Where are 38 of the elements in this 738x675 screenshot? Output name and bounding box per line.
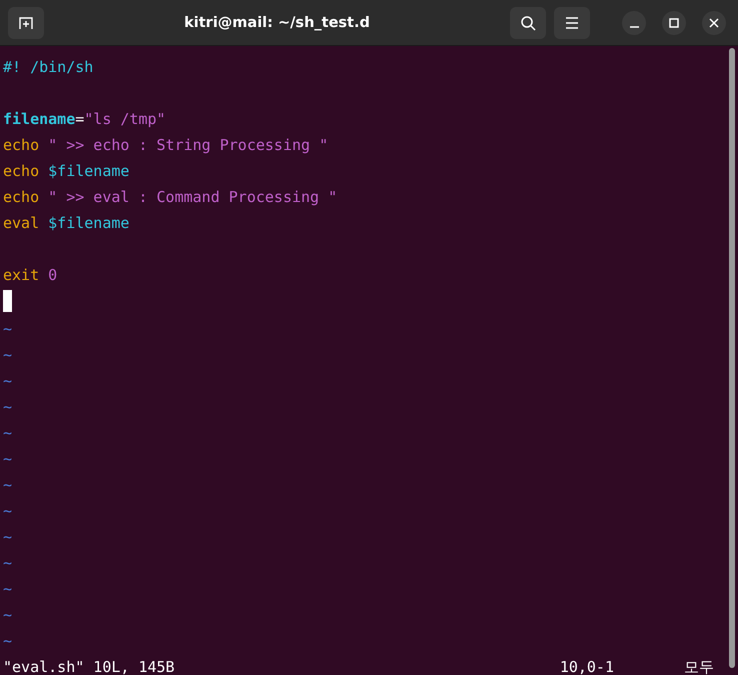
empty-line-marker: ~	[3, 320, 12, 338]
empty-line-marker: ~	[3, 502, 12, 520]
maximize-icon	[669, 18, 679, 28]
code-line: echo " >> echo : String Processing "	[3, 135, 328, 156]
minimize-icon	[630, 26, 638, 28]
empty-line-marker: ~	[3, 450, 12, 468]
empty-line-marker: ~	[3, 554, 12, 572]
empty-line-marker: ~	[3, 424, 12, 442]
maximize-button[interactable]	[662, 10, 686, 34]
scroll-indicator: 모두	[684, 657, 714, 675]
code-line: echo $filename	[3, 161, 130, 182]
empty-line-marker: ~	[3, 580, 12, 598]
close-button[interactable]	[702, 10, 726, 34]
code-line: filename="ls /tmp"	[3, 109, 166, 130]
new-tab-icon	[18, 14, 34, 30]
empty-line-marker: ~	[3, 606, 12, 624]
cursor-position: 10,0-1	[560, 657, 614, 675]
text-cursor	[3, 290, 12, 312]
empty-line-marker: ~	[3, 476, 12, 494]
menu-button[interactable]	[554, 6, 590, 38]
code-line: eval $filename	[3, 213, 130, 234]
empty-line-marker: ~	[3, 346, 12, 364]
window-title: kitri@mail: ~/sh_test.d	[184, 15, 370, 32]
search-icon	[520, 14, 536, 30]
new-tab-button[interactable]	[8, 6, 44, 38]
search-button[interactable]	[510, 6, 546, 38]
empty-line-marker: ~	[3, 372, 12, 390]
close-icon	[709, 18, 719, 28]
code-line: #! /bin/sh	[3, 57, 94, 78]
empty-line-marker: ~	[3, 632, 12, 650]
empty-line-marker: ~	[3, 528, 12, 546]
status-message: "eval.sh" 10L, 145B	[3, 657, 176, 675]
code-line: echo " >> eval : Command Processing "	[3, 187, 338, 208]
minimize-button[interactable]	[622, 10, 646, 34]
code-line: exit 0	[3, 265, 58, 286]
empty-line-marker: ~	[3, 398, 12, 416]
menu-icon	[565, 16, 579, 28]
scrollbar[interactable]	[729, 48, 735, 668]
